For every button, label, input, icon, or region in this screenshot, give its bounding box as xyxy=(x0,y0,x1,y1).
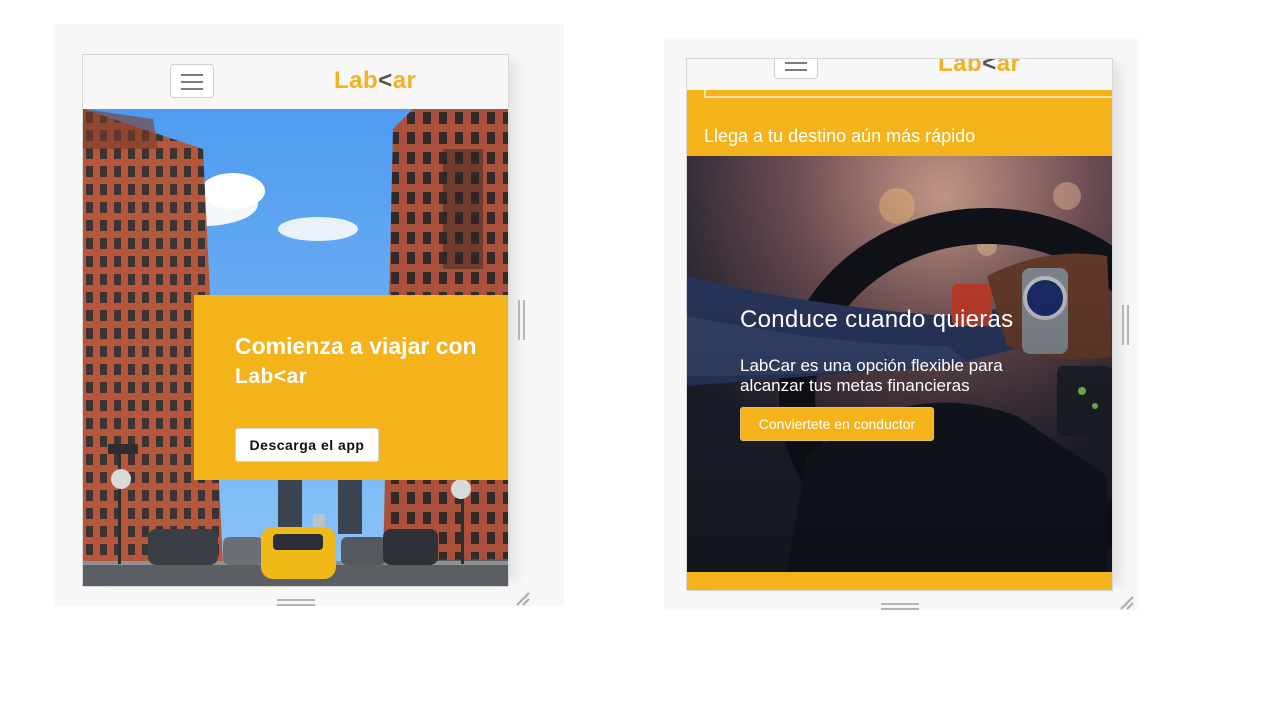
band-outline xyxy=(704,90,1112,98)
left-corner-resize-grip[interactable] xyxy=(516,592,530,606)
right-side-resize-handle[interactable] xyxy=(1122,305,1130,345)
hero-logo-text: Lab<ar xyxy=(235,365,308,388)
menu-toggle-button[interactable] xyxy=(774,59,818,79)
logo-arrow-mark: < xyxy=(378,67,393,94)
labcar-logo[interactable]: Lab<ar xyxy=(334,67,416,95)
driver-hero-subtitle: LabCar es una opción flexible para alcan… xyxy=(740,356,1003,395)
left-side-resize-handle[interactable] xyxy=(518,300,526,340)
right-corner-resize-grip[interactable] xyxy=(1120,596,1134,610)
resize-grip-icon xyxy=(516,592,530,606)
labcar-logo[interactable]: Lab<ar xyxy=(938,58,1020,78)
tagline-band: Llega a tu destino aún más rápido xyxy=(687,90,1112,156)
left-header: Lab<ar xyxy=(83,55,508,110)
right-phone-viewport: Lab<ar Llega a tu destino aún más rápido xyxy=(686,58,1113,591)
footer-band xyxy=(687,572,1112,590)
logo-arrow-mark: < xyxy=(982,58,997,77)
tagline-text: Llega a tu destino aún más rápido xyxy=(704,126,976,146)
become-driver-button[interactable]: Conviertete en conductor xyxy=(740,407,934,441)
menu-toggle-button[interactable] xyxy=(170,64,214,98)
city-street-image: Comienza a viajar con Lab<ar Descarga el… xyxy=(83,109,508,586)
left-bottom-resize-handle[interactable] xyxy=(277,599,315,607)
right-bottom-resize-handle[interactable] xyxy=(881,603,919,611)
hero-promo-card: Comienza a viajar con Lab<ar Descarga el… xyxy=(194,295,508,480)
left-phone-viewport: Lab<ar Comienza a viajar con Lab<ar Desc… xyxy=(82,54,509,587)
right-header: Lab<ar xyxy=(687,59,1112,91)
resize-grip-icon xyxy=(1120,596,1134,610)
hamburger-icon xyxy=(181,74,203,76)
hero-title: Comienza a viajar con xyxy=(235,333,477,359)
driver-hero-image: Conduce cuando quieras LabCar es una opc… xyxy=(687,156,1112,572)
driver-hero-title: Conduce cuando quieras xyxy=(740,306,1014,333)
download-app-button[interactable]: Descarga el app xyxy=(235,428,379,462)
